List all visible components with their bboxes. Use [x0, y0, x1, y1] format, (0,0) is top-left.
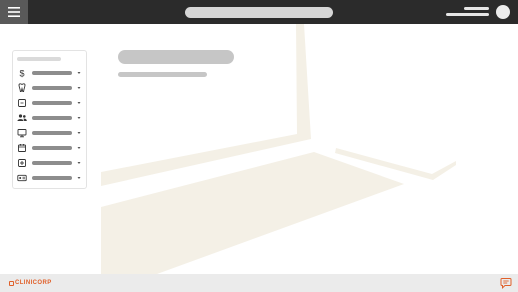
- chevron-down-icon: [76, 85, 82, 91]
- sidebar-item-screens[interactable]: [13, 126, 86, 139]
- sidebar-item-cards[interactable]: [13, 171, 86, 184]
- sidebar-item-label-placeholder: [32, 71, 72, 75]
- user-avatar-icon[interactable]: [496, 5, 510, 19]
- sidebar-item-label-placeholder: [32, 131, 72, 135]
- tooth-icon: [17, 83, 27, 93]
- sidebar-menu: $: [12, 50, 87, 189]
- user-name-placeholder: [464, 7, 489, 10]
- users-icon: [17, 113, 27, 123]
- sidebar-item-label-placeholder: [32, 86, 72, 90]
- top-bar: [0, 0, 518, 24]
- user-info-placeholder: [446, 6, 489, 18]
- chevron-down-icon: [76, 160, 82, 166]
- sidebar-item-records[interactable]: [13, 96, 86, 109]
- sidebar-item-schedule[interactable]: [13, 141, 86, 154]
- chat-button[interactable]: [500, 277, 512, 289]
- id-card-icon: [17, 173, 27, 183]
- chevron-down-icon: [76, 130, 82, 136]
- page-title-placeholder: [185, 7, 333, 18]
- footer-bar: CLINICORP: [0, 274, 518, 292]
- square-icon: [17, 98, 27, 108]
- main-subheading-placeholder: [118, 72, 207, 77]
- menu-button[interactable]: [0, 0, 28, 24]
- hamburger-menu-icon: [8, 7, 20, 17]
- main-heading-placeholder: [118, 50, 234, 64]
- sidebar-item-label-placeholder: [32, 161, 72, 165]
- sidebar-item-label-placeholder: [32, 101, 72, 105]
- chevron-down-icon: [76, 115, 82, 121]
- svg-text:$: $: [19, 69, 24, 79]
- sidebar-item-clinical[interactable]: [13, 81, 86, 94]
- dollar-icon: $: [17, 68, 27, 79]
- logo-text: CLINICORP: [15, 280, 52, 286]
- sidebar-item-label-placeholder: [32, 176, 72, 180]
- chevron-down-icon: [76, 100, 82, 106]
- sidebar-item-add[interactable]: [13, 156, 86, 169]
- user-role-placeholder: [446, 13, 489, 16]
- sidebar-item-label-placeholder: [32, 146, 72, 150]
- chat-icon: [500, 277, 512, 289]
- monitor-icon: [17, 128, 27, 138]
- logo-mark-icon: [9, 280, 14, 286]
- chevron-down-icon: [76, 175, 82, 181]
- sidebar-item-financial[interactable]: $: [13, 66, 86, 79]
- sidebar-header-placeholder: [17, 57, 61, 61]
- calendar-icon: [17, 143, 27, 153]
- chevron-down-icon: [76, 145, 82, 151]
- chevron-down-icon: [76, 70, 82, 76]
- plus-square-icon: [17, 158, 27, 168]
- sidebar-item-patients[interactable]: [13, 111, 86, 124]
- sidebar-item-label-placeholder: [32, 116, 72, 120]
- clinicorp-logo: CLINICORP: [9, 278, 52, 288]
